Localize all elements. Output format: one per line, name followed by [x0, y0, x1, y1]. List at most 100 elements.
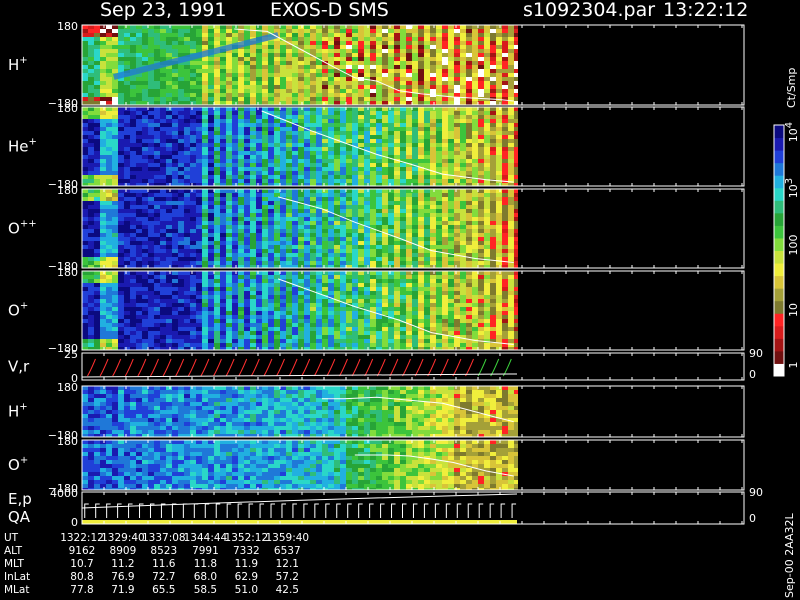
spectro-cell	[178, 135, 184, 139]
spectro-cell	[148, 197, 154, 201]
spectro-cell	[280, 135, 286, 139]
spectro-cell	[268, 49, 274, 53]
spectro-cell	[334, 37, 340, 41]
spectro-cell	[436, 97, 442, 101]
spectro-cell	[334, 143, 340, 147]
spectro-cell	[124, 307, 130, 311]
spectro-cell	[118, 197, 124, 201]
spectro-cell	[358, 193, 364, 197]
spectro-cell	[490, 241, 496, 245]
spectro-cell	[106, 253, 112, 257]
spectro-cell	[166, 343, 172, 347]
spectro-cell	[304, 155, 310, 159]
spectro-cell	[496, 241, 502, 245]
spectro-cell	[322, 25, 328, 29]
spectro-cell	[256, 77, 262, 81]
spectro-cell	[448, 261, 454, 265]
spectro-cell	[436, 65, 442, 69]
spectro-cell	[346, 245, 352, 249]
spectro-cell	[496, 33, 502, 37]
spectro-cell	[274, 57, 280, 61]
spectro-cell	[172, 209, 178, 213]
spectro-cell	[304, 115, 310, 119]
spectro-cell	[148, 163, 154, 167]
spectro-cell	[256, 323, 262, 327]
spectro-cell	[418, 127, 424, 131]
spectro-cell	[346, 107, 352, 111]
spectro-cell	[124, 101, 130, 105]
spectro-cell	[208, 159, 214, 163]
spectro-cell	[430, 139, 436, 143]
spectro-cell	[142, 111, 148, 115]
spectro-cell	[448, 205, 454, 209]
spectro-cell	[376, 85, 382, 89]
spectro-cell	[508, 229, 514, 233]
spectro-cell	[334, 49, 340, 53]
spectro-cell	[214, 159, 220, 163]
spectro-cell	[220, 343, 226, 347]
spectro-cell	[82, 249, 88, 253]
spectro-cell	[346, 127, 352, 131]
spectro-cell	[268, 65, 274, 69]
spectro-cell	[346, 147, 352, 151]
spectro-cell	[142, 127, 148, 131]
spectro-cell	[226, 151, 232, 155]
spectro-cell	[394, 163, 400, 167]
spectro-cell	[142, 49, 148, 53]
spectro-cell	[514, 201, 518, 205]
spectro-cell	[130, 167, 136, 171]
spectro-cell	[94, 37, 100, 41]
spectro-cell	[250, 295, 256, 299]
spectro-cell	[400, 201, 406, 205]
spectro-cell	[466, 241, 472, 245]
spectro-cell	[256, 197, 262, 201]
spectro-cell	[88, 237, 94, 241]
spectro-cell	[82, 213, 88, 217]
spectro-cell	[394, 61, 400, 65]
spectro-cell	[190, 123, 196, 127]
spectro-cell	[358, 69, 364, 73]
spectro-cell	[160, 209, 166, 213]
spectro-cell	[262, 275, 268, 279]
spectro-cell	[322, 111, 328, 115]
spectro-cell	[124, 291, 130, 295]
spectro-cell	[226, 127, 232, 131]
spectro-cell	[142, 115, 148, 119]
spectro-cell	[172, 279, 178, 283]
spectro-cell	[160, 213, 166, 217]
spectro-cell	[118, 193, 124, 197]
spectro-cell	[82, 81, 88, 85]
spectro-cell	[418, 201, 424, 205]
spectro-cell	[184, 315, 190, 319]
spectro-cell	[202, 311, 208, 315]
spectro-cell	[172, 275, 178, 279]
spectro-cell	[100, 295, 106, 299]
spectro-cell	[400, 97, 406, 101]
spectro-cell	[478, 189, 484, 193]
spectro-cell	[118, 261, 124, 265]
spectro-cell	[166, 271, 172, 275]
spectro-cell	[502, 229, 508, 233]
spectro-cell	[346, 65, 352, 69]
spectro-cell	[82, 307, 88, 311]
spectro-cell	[430, 253, 436, 257]
spectro-cell	[418, 123, 424, 127]
spectro-cell	[394, 53, 400, 57]
spectro-cell	[112, 81, 118, 85]
spectro-cell	[466, 41, 472, 45]
spectro-cell	[436, 179, 442, 183]
spectro-cell	[196, 257, 202, 261]
spectro-cell	[154, 249, 160, 253]
spectro-cell	[178, 323, 184, 327]
spectro-cell	[358, 65, 364, 69]
spectro-cell	[418, 193, 424, 197]
spectro-cell	[430, 25, 436, 29]
spectro-cell	[478, 127, 484, 131]
spectro-cell	[454, 197, 460, 201]
spectro-cell	[88, 339, 94, 343]
spectro-cell	[232, 343, 238, 347]
spectro-cell	[112, 147, 118, 151]
spectro-cell	[226, 101, 232, 105]
spectro-cell	[238, 257, 244, 261]
spectro-cell	[130, 327, 136, 331]
